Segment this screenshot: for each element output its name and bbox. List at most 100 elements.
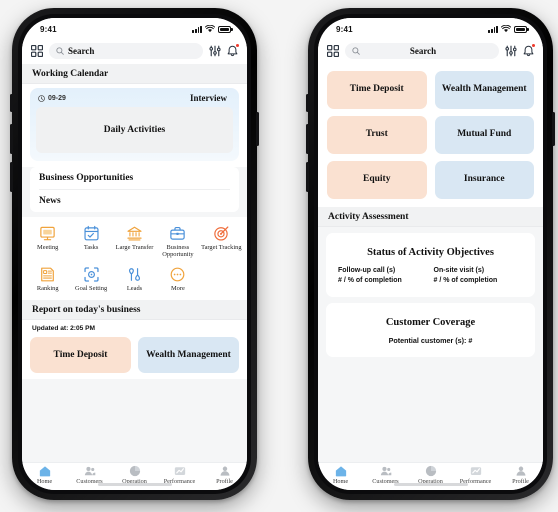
bell-notification-icon[interactable]	[523, 44, 535, 57]
quick-actions-row-1: Meeting Tasks Large Transfer Business Op…	[26, 222, 243, 263]
quick-action-business-opportunity[interactable]: Business Opportunity	[156, 222, 199, 263]
phone-bezel-left: 9:41 Search Working Calendar 09-29 Inter…	[18, 14, 251, 494]
wifi-icon	[501, 25, 511, 33]
briefcase-icon	[170, 226, 186, 240]
report-card: Updated at: 2:05 PM Time Deposit Wealth …	[22, 320, 247, 380]
volume-up-button	[10, 124, 13, 154]
cellular-bars-icon	[192, 25, 202, 33]
status-bar-left: 9:41	[22, 18, 247, 38]
page-content-left: Working Calendar 09-29 Interview Daily A…	[22, 64, 247, 462]
report-tile-wealth-management[interactable]: Wealth Management	[138, 337, 239, 374]
working-calendar-card[interactable]: 09-29 Interview Daily Activities	[22, 84, 247, 167]
tab-label: Home	[332, 478, 349, 485]
calendar-date-text: 09-29	[48, 94, 66, 102]
coverage-heading: Customer Coverage	[385, 317, 476, 328]
metric-follow-up-call: Follow-up call (s) # / % of completion	[338, 266, 428, 285]
quick-action-large-transfer[interactable]: Large Transfer	[113, 222, 156, 263]
sliders-filter-icon[interactable]	[505, 45, 517, 57]
grid-scan-icon[interactable]	[31, 45, 43, 57]
quick-action-meeting[interactable]: Meeting	[26, 222, 69, 263]
objectives-heading: Status of Activity Objectives	[367, 247, 494, 258]
section-title-activity-assessment: Activity Assessment	[318, 207, 543, 227]
product-tile-insurance[interactable]: Insurance	[434, 161, 534, 199]
bell-notification-icon[interactable]	[227, 44, 239, 57]
search-input[interactable]: Search	[49, 43, 203, 59]
screen-right: 9:41 Search Time Deposit Wealth Manageme…	[318, 18, 543, 490]
tab-performance[interactable]: Performance	[157, 465, 202, 485]
product-tile-equity[interactable]: Equity	[327, 161, 427, 199]
meeting-board-icon	[40, 226, 55, 241]
tab-operation[interactable]: Operation	[408, 465, 453, 485]
metric-on-site-visit: On-site visit (s) # / % of completion	[434, 266, 524, 285]
objectives-metrics: Follow-up call (s) # / % of completion O…	[334, 266, 527, 285]
product-row-3: Equity Insurance	[327, 161, 534, 199]
daily-activities-panel[interactable]: Daily Activities	[36, 107, 233, 153]
quick-action-label: Leads	[126, 284, 143, 292]
quick-action-target-tracking[interactable]: Target Tracking	[200, 222, 243, 263]
tab-profile[interactable]: Profile	[202, 465, 247, 485]
status-bar-right: 9:41	[318, 18, 543, 38]
volume-down-button	[306, 162, 309, 192]
search-input[interactable]: Search	[345, 43, 499, 59]
calendar-date: 09-29	[38, 95, 66, 102]
calendar-gradient-panel: 09-29 Interview Daily Activities	[30, 88, 239, 161]
product-row-1: Time Deposit Wealth Management	[327, 71, 534, 109]
tab-performance[interactable]: Performance	[453, 465, 498, 485]
cellular-bars-icon	[488, 25, 498, 33]
tab-home[interactable]: Home	[318, 465, 363, 485]
tab-customers[interactable]: Customers	[363, 465, 408, 485]
quick-action-label: More	[171, 284, 185, 292]
metric-line2: # / % of completion	[433, 276, 498, 284]
app-header-left: Search	[22, 38, 247, 64]
trend-chart-icon	[470, 467, 481, 475]
person-icon	[516, 466, 525, 476]
product-tile-trust[interactable]: Trust	[327, 116, 427, 154]
product-grid: Time Deposit Wealth Management Trust Mut…	[318, 64, 543, 207]
quick-action-label: Target Tracking	[201, 244, 242, 251]
quick-action-label: Goal Setting	[75, 284, 108, 292]
pie-chart-icon	[129, 465, 140, 477]
list-item-news[interactable]: News	[39, 190, 230, 212]
trend-chart-icon	[174, 467, 185, 475]
wifi-icon	[205, 25, 215, 33]
report-tiles: Time Deposit Wealth Management	[30, 337, 239, 374]
tab-label: Profile	[512, 478, 529, 485]
section-title-report: Report on today's business	[22, 300, 247, 321]
report-tile-time-deposit[interactable]: Time Deposit	[30, 337, 131, 374]
battery-icon	[218, 25, 233, 33]
list-item-business-opportunities[interactable]: Business Opportunities	[39, 167, 230, 190]
tab-home[interactable]: Home	[22, 465, 67, 485]
ranking-list-icon	[41, 267, 55, 282]
grid-scan-icon[interactable]	[327, 45, 339, 57]
mute-switch	[10, 94, 13, 112]
home-icon	[39, 466, 50, 477]
more-dots-icon	[171, 267, 185, 282]
pie-chart-icon	[425, 465, 436, 477]
page-content-right: Time Deposit Wealth Management Trust Mut…	[318, 64, 543, 462]
quick-action-label: Meeting	[37, 244, 59, 251]
quick-action-label: Business Opportunity	[162, 244, 194, 259]
clock-icon	[38, 94, 45, 102]
home-icon	[335, 466, 346, 477]
quick-action-goal-setting[interactable]: Goal Setting	[69, 263, 112, 296]
phone-bezel-right: 9:41 Search Time Deposit Wealth Manageme…	[314, 14, 547, 494]
sliders-filter-icon[interactable]	[209, 45, 221, 57]
power-button	[552, 112, 555, 146]
product-tile-wealth-management[interactable]: Wealth Management	[434, 71, 534, 109]
customer-coverage-panel[interactable]: Customer Coverage Potential customer (s)…	[326, 303, 535, 357]
person-icon	[220, 466, 229, 476]
product-tile-time-deposit[interactable]: Time Deposit	[327, 71, 427, 109]
tab-profile[interactable]: Profile	[498, 465, 543, 485]
quick-action-leads[interactable]: Leads	[113, 263, 156, 296]
tab-customers[interactable]: Customers	[67, 465, 112, 485]
status-time: 9:41	[336, 24, 353, 34]
tasks-calendar-icon	[84, 225, 99, 241]
activity-objectives-panel[interactable]: Status of Activity Objectives Follow-up …	[326, 233, 535, 297]
status-time: 9:41	[40, 24, 57, 34]
volume-up-button	[306, 124, 309, 154]
quick-action-ranking[interactable]: Ranking	[26, 263, 69, 296]
quick-action-more[interactable]: More	[156, 263, 199, 296]
product-tile-mutual-fund[interactable]: Mutual Fund	[434, 116, 534, 154]
quick-action-tasks[interactable]: Tasks	[69, 222, 112, 263]
tab-operation[interactable]: Operation	[112, 465, 157, 485]
